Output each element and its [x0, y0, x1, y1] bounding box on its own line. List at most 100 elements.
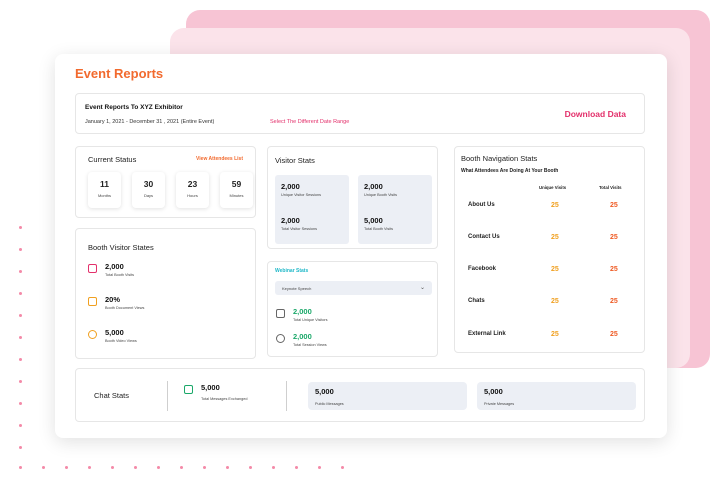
webinar-stats-title: Webinar Stats: [275, 268, 309, 274]
stat-label: Unique Booth Visits: [364, 193, 398, 197]
laptop-icon: [276, 309, 285, 318]
page-title: Event Reports: [75, 66, 164, 81]
stat-value: 2,000: [364, 182, 383, 191]
stat-value: 5,000: [364, 216, 383, 225]
stat-label: Total Booth Visits: [105, 273, 135, 277]
row-label: Chats: [468, 298, 485, 304]
stat-document-views: 20% Booth Document Views: [88, 295, 144, 310]
countdown-tile-minutes: 59 Minutes: [220, 172, 253, 208]
unique-visits-value: 25: [551, 266, 559, 273]
table-row: Facebook 25 25: [455, 266, 644, 276]
stat-label: Total Unique Visitors: [293, 318, 328, 322]
stat-label: Public Messages: [315, 402, 344, 406]
current-status-title: Current Status: [88, 155, 137, 164]
table-row: Chats 25 25: [455, 298, 644, 308]
stat-video-views: 5,000 Booth Video Views: [88, 328, 137, 343]
visitor-stats-panel: Visitor Stats 2,000 Unique Visitor Sessi…: [267, 146, 438, 249]
visitor-stats-title: Visitor Stats: [275, 156, 315, 165]
table-row: About Us 25 25: [455, 202, 644, 212]
row-label: External Link: [468, 331, 506, 337]
stat-label: Total Visitor Sessions: [281, 227, 318, 231]
stat-label: Private Messages: [484, 402, 515, 406]
total-visits-value: 25: [610, 234, 618, 241]
stat-value: 2,000: [293, 307, 312, 316]
decorative-dots-vertical: [19, 226, 25, 468]
stat-value: 5,000: [201, 383, 220, 392]
stat-value: 5,000: [315, 387, 334, 396]
date-range: January 1, 2021 - December 31 , 2021 (En…: [85, 119, 215, 125]
countdown-label: Minutes: [229, 193, 244, 198]
table-row: External Link 25 25: [455, 331, 644, 341]
stat-label: Booth Document Views: [105, 306, 145, 310]
current-status-panel: Current Status View Attendees List 11 Mo…: [75, 146, 256, 218]
webinar-stats-panel: Webinar Stats Keynote Speech ⌄ 2,000 Tot…: [267, 261, 438, 357]
visitor-stats-box-left: 2,000 Unique Visitor Sessions 2,000 Tota…: [275, 175, 349, 244]
countdown-value: 59: [231, 179, 242, 189]
countdown-value: 30: [143, 179, 154, 189]
stat-value: 2,000: [293, 332, 312, 341]
divider: [167, 381, 168, 411]
decorative-dots-horizontal: [19, 466, 344, 469]
column-header-unique: Unique Visits: [539, 185, 567, 190]
stat-session-views: 2,000 Total Session Views: [276, 332, 327, 347]
chat-stats-panel: Chat Stats 5,000 Total Messages Exchange…: [75, 368, 645, 422]
countdown-tile-hours: 23 Hours: [176, 172, 209, 208]
stat-value: 2,000: [281, 216, 300, 225]
countdown-tile-days: 30 Days: [132, 172, 165, 208]
visitor-stats-box-right: 2,000 Unique Booth Visits 5,000 Total Bo…: [358, 175, 432, 244]
booth-visitor-panel: Booth Visitor States 2,000 Total Booth V…: [75, 228, 256, 359]
stat-public-messages: 5,000 Public Messages: [308, 382, 467, 410]
report-card: Event Reports Event Reports To XYZ Exhib…: [55, 54, 667, 438]
report-header-title: Event Reports To XYZ Exhibitor: [85, 104, 183, 111]
row-label: Facebook: [468, 266, 497, 272]
stage: Event Reports Event Reports To XYZ Exhib…: [0, 0, 720, 493]
unique-visits-value: 25: [551, 202, 559, 209]
countdown-tile-months: 11 Months: [88, 172, 121, 208]
stat-label: Unique Visitor Sessions: [281, 193, 322, 197]
countdown-label: Days: [143, 193, 154, 198]
chevron-down-icon: ⌄: [419, 285, 425, 291]
countdown-label: Hours: [187, 193, 198, 198]
stat-total-booth-visits: 2,000 Total Booth Visits: [88, 262, 134, 277]
webinar-select-value: Keynote Speech: [282, 286, 312, 291]
table-row: Contact Us 25 25: [455, 234, 644, 244]
stat-value: 2,000: [281, 182, 300, 191]
stat-unique-visitors: 2,000 Total Unique Visitors: [276, 307, 328, 322]
stat-value: 5,000: [484, 387, 503, 396]
total-visits-value: 25: [610, 298, 618, 305]
stat-value: 5,000: [105, 328, 124, 337]
calendar-icon: [88, 264, 97, 273]
row-label: Contact Us: [468, 234, 500, 240]
booth-visitor-title: Booth Visitor States: [88, 243, 154, 252]
column-header-total: Total Visits: [599, 185, 622, 190]
booth-navigation-subtitle: What Attendees Are Doing At Your Booth: [461, 168, 559, 174]
report-header: Event Reports To XYZ Exhibitor January 1…: [75, 93, 645, 134]
stat-total-messages: 5,000 Total Messages Exchanged: [184, 383, 247, 401]
total-visits-value: 25: [610, 266, 618, 273]
countdown-label: Months: [97, 193, 112, 198]
countdown-value: 23: [187, 179, 198, 189]
stat-private-messages: 5,000 Private Messages: [477, 382, 636, 410]
unique-visits-value: 25: [551, 234, 559, 241]
unique-visits-value: 25: [551, 298, 559, 305]
document-icon: [88, 297, 97, 306]
stat-label: Total Session Views: [293, 343, 327, 347]
stat-label: Booth Video Views: [105, 339, 137, 343]
booth-navigation-title: Booth Navigation Stats: [461, 154, 538, 163]
view-attendees-link[interactable]: View Attendees List: [196, 156, 243, 162]
divider: [286, 381, 287, 411]
unique-visits-value: 25: [551, 331, 559, 338]
chat-stats-title: Chat Stats: [94, 391, 130, 400]
total-visits-value: 25: [610, 202, 618, 209]
stat-label: Total Messages Exchanged: [201, 397, 248, 401]
countdown-value: 11: [100, 179, 109, 189]
webinar-select[interactable]: Keynote Speech ⌄: [275, 281, 432, 295]
play-icon: [88, 330, 97, 339]
stat-value: 20%: [105, 295, 121, 304]
select-date-range-link[interactable]: Select The Different Date Range: [270, 119, 349, 125]
download-data-button[interactable]: Download Data: [565, 109, 626, 119]
stat-label: Total Booth Visits: [364, 227, 394, 231]
booth-navigation-panel: Booth Navigation Stats What Attendees Ar…: [454, 146, 645, 353]
stat-value: 2,000: [105, 262, 124, 271]
row-label: About Us: [468, 202, 495, 208]
